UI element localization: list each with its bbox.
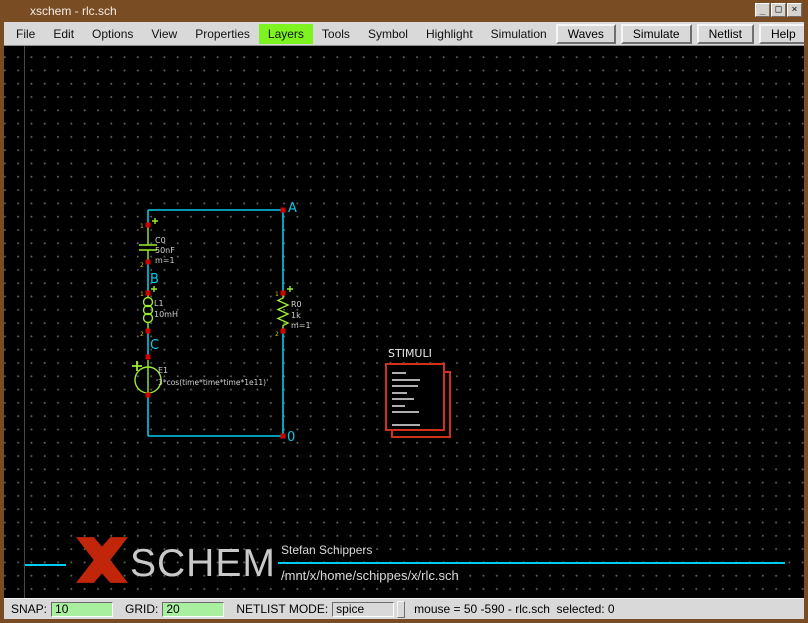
capacitor-mult: m=1 — [155, 256, 175, 265]
minimize-button[interactable]: _ — [755, 3, 770, 17]
net-label-b[interactable]: B — [150, 272, 159, 287]
inductor-ref: L1 — [154, 299, 164, 308]
waves-button[interactable]: Waves — [556, 24, 616, 44]
source-value: '3*cos(time*time*time*1e11)' — [156, 378, 268, 387]
simulate-button[interactable]: Simulate — [621, 24, 692, 44]
resistor-pin1-number: 1 — [275, 291, 279, 298]
window-title: xschem - rlc.sch — [30, 4, 117, 18]
menu-properties[interactable]: Properties — [186, 24, 259, 44]
schematic-canvas[interactable]: C0 50nF m=1 1 2 L1 10mH 1 2 — [4, 46, 804, 598]
xschem-logo: SCHEM — [76, 537, 276, 583]
statusbar: SNAP: GRID: NETLIST MODE: mouse = 50 -59… — [4, 598, 804, 619]
stimuli-label: STIMULI — [388, 347, 432, 360]
xschem-logo-x-icon — [76, 537, 128, 583]
menu-layers[interactable]: Layers — [259, 24, 313, 44]
menu-view[interactable]: View — [142, 24, 186, 44]
menubar: File Edit Options View Properties Layers… — [4, 22, 804, 46]
menu-file[interactable]: File — [7, 24, 44, 44]
stimuli-block[interactable]: STIMULI — [386, 347, 450, 437]
code-block-front-sheet — [386, 364, 444, 430]
statusbar-separator — [397, 601, 405, 618]
resistor-value: 1k — [291, 311, 301, 320]
capacitor-pin1-number: 1 — [140, 223, 144, 230]
netlist-mode-label: NETLIST MODE: — [236, 602, 328, 616]
title-block-rule-line — [278, 562, 785, 564]
capacitor-value: 50nF — [155, 246, 175, 255]
author-text: Stefan Schippers — [281, 543, 372, 557]
menubar-actions: Waves Simulate Netlist Help — [556, 24, 808, 44]
pin-markers — [146, 208, 286, 439]
menu-edit[interactable]: Edit — [44, 24, 83, 44]
close-button[interactable]: × — [787, 3, 802, 17]
net-label-c[interactable]: C — [150, 338, 159, 353]
menu-tools[interactable]: Tools — [313, 24, 359, 44]
xschem-logo-text: SCHEM — [130, 544, 276, 583]
xschem-window: xschem - rlc.sch _ □ × File Edit Options… — [0, 0, 808, 623]
resistor-symbol[interactable]: R0 1k m=1 1 2 — [275, 286, 311, 338]
netlist-button[interactable]: Netlist — [697, 24, 754, 44]
titlebar[interactable]: xschem - rlc.sch _ □ × — [4, 0, 804, 22]
snap-input[interactable] — [51, 602, 113, 617]
title-block-left-line — [25, 564, 66, 566]
inductor-pin2-number: 2 — [140, 331, 144, 338]
window-buttons: _ □ × — [755, 3, 802, 17]
mouse-coordinates-text: mouse = 50 -590 - rlc.sch selected: 0 — [414, 602, 614, 616]
maximize-button[interactable]: □ — [771, 3, 786, 17]
capacitor-ref: C0 — [155, 236, 166, 245]
snap-label: SNAP: — [11, 602, 47, 616]
menu-options[interactable]: Options — [83, 24, 142, 44]
inductor-pin1-number: 1 — [140, 291, 144, 298]
voltage-source-symbol[interactable]: E1 '3*cos(time*time*time*1e11)' — [132, 360, 268, 393]
resistor-pin2-number: 2 — [275, 331, 279, 338]
netlist-mode-input[interactable] — [332, 602, 394, 617]
inductor-value: 10mH — [154, 310, 178, 319]
help-button[interactable]: Help — [759, 24, 808, 44]
menu-highlight[interactable]: Highlight — [417, 24, 482, 44]
grid-label: GRID: — [125, 602, 158, 616]
wires[interactable] — [148, 210, 283, 436]
resistor-ref: R0 — [291, 300, 302, 309]
menu-simulation[interactable]: Simulation — [482, 24, 556, 44]
capacitor-pin2-number: 2 — [140, 262, 144, 269]
resistor-mult: m=1 — [291, 321, 311, 330]
net-label-a[interactable]: A — [288, 201, 297, 216]
grid-input[interactable] — [162, 602, 224, 617]
schematic-file-path: /mnt/x/home/schippes/x/rlc.sch — [281, 568, 459, 583]
source-ref: E1 — [158, 366, 168, 375]
net-label-gnd[interactable]: 0 — [287, 430, 295, 445]
capacitor-symbol[interactable]: C0 50nF m=1 1 2 — [139, 218, 175, 269]
menu-symbol[interactable]: Symbol — [359, 24, 417, 44]
rlc-circuit-drawing: C0 50nF m=1 1 2 L1 10mH 1 2 — [4, 46, 804, 598]
